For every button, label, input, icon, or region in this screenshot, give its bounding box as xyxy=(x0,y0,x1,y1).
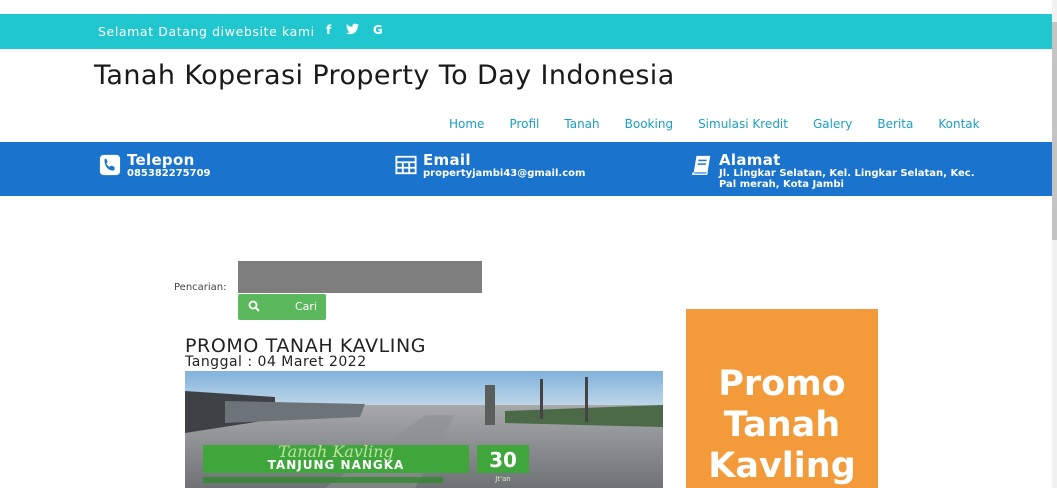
search-button-label: Cari xyxy=(295,300,317,313)
promo-side-banner[interactable]: Promo Tanah Kavling xyxy=(686,309,878,488)
nav-berita[interactable]: Berita xyxy=(877,117,913,131)
nav-galery[interactable]: Galery xyxy=(813,117,852,131)
email-value[interactable]: propertyjambi43@gmail.com xyxy=(423,168,585,179)
page-scrollbar[interactable] xyxy=(1052,0,1057,488)
phone-icon xyxy=(99,154,121,176)
promo-date: Tanggal : 04 Maret 2022 xyxy=(185,354,367,370)
contact-alamat: Alamat Jl. Lingkar Selatan, Kel. Lingkar… xyxy=(691,152,979,190)
email-title: Email xyxy=(423,151,471,169)
site-title[interactable]: Tanah Koperasi Property To Day Indonesia xyxy=(94,60,675,91)
banner-line-2: Tanah xyxy=(723,405,841,445)
search-button[interactable]: Cari xyxy=(238,294,326,320)
banner-text: Promo Tanah Kavling xyxy=(686,364,878,487)
scrollbar-thumb[interactable] xyxy=(1052,22,1057,240)
book-icon xyxy=(691,155,711,175)
promo-image[interactable]: Tanah Kavling TANJUNG NANGKA 30 Jt'an xyxy=(185,371,663,488)
twitter-icon[interactable] xyxy=(345,23,359,38)
table-icon xyxy=(395,155,417,175)
main-nav: Home Profil Tanah Booking Simulasi Kredi… xyxy=(449,117,1005,131)
nav-profil[interactable]: Profil xyxy=(509,117,539,131)
banner-line-3: Kavling xyxy=(708,446,856,486)
nav-tanah[interactable]: Tanah xyxy=(564,117,599,131)
nav-booking[interactable]: Booking xyxy=(625,117,673,131)
banner-line-1: Promo xyxy=(718,364,846,404)
telepon-value[interactable]: 085382275709 xyxy=(127,168,211,179)
google-icon[interactable]: G xyxy=(373,23,383,38)
contact-info-bar: Telepon 085382275709 Email propertyjambi… xyxy=(0,142,1052,196)
telepon-title: Telepon xyxy=(127,151,195,169)
nav-simulasi-kredit[interactable]: Simulasi Kredit xyxy=(698,117,788,131)
search-label: Pencarian: xyxy=(174,282,227,293)
nav-home[interactable]: Home xyxy=(449,117,484,131)
image-unit-text: Jt'an xyxy=(494,475,510,483)
nav-kontak[interactable]: Kontak xyxy=(938,117,979,131)
top-bar: Selamat Datang diwebsite kami f G xyxy=(0,14,1052,49)
facebook-icon[interactable]: f xyxy=(326,23,332,38)
alamat-value: Jl. Lingkar Selatan, Kel. Lingkar Selata… xyxy=(719,168,975,190)
contact-telepon: Telepon 085382275709 xyxy=(99,152,211,179)
image-price-text: 30 xyxy=(489,448,517,472)
image-name-text: TANJUNG NANGKA xyxy=(268,458,405,472)
search-icon xyxy=(248,300,260,312)
contact-email: Email propertyjambi43@gmail.com xyxy=(395,152,585,179)
alamat-title: Alamat xyxy=(719,151,781,169)
search-input[interactable] xyxy=(238,261,482,293)
welcome-text: Selamat Datang diwebsite kami xyxy=(98,24,315,39)
social-links: f G xyxy=(326,23,383,38)
